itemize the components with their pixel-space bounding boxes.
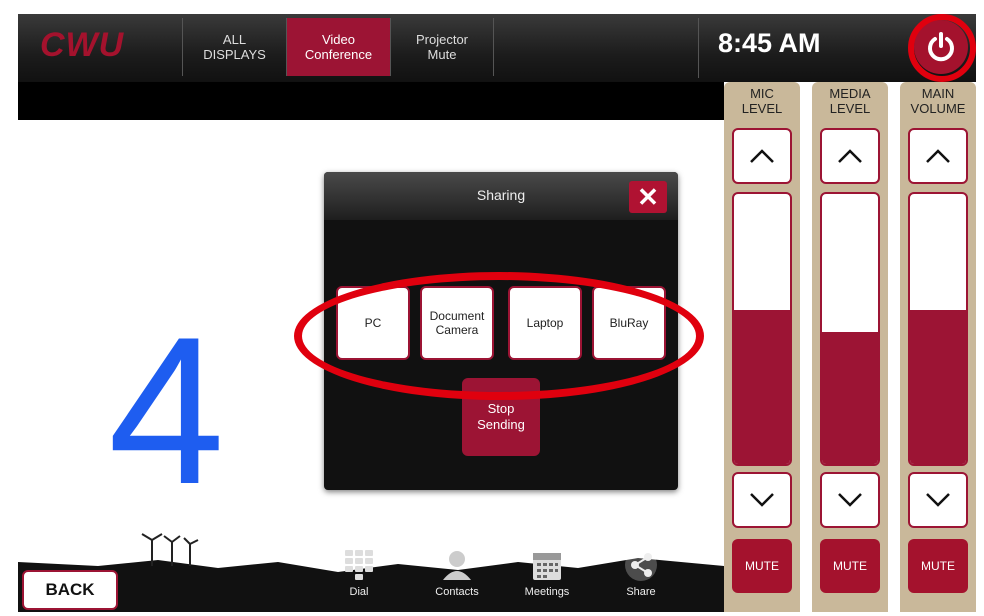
- divider: [698, 18, 699, 78]
- column-label: MIC LEVEL: [741, 86, 783, 116]
- main-volume-up-button[interactable]: [908, 128, 968, 184]
- dialog-header: Sharing ✕: [324, 172, 678, 220]
- dialpad-icon: [345, 550, 373, 580]
- mic-level-slider[interactable]: [732, 192, 792, 466]
- chevron-down-icon: [838, 493, 862, 507]
- media-level-column: MEDIA LEVEL MUTE: [812, 82, 888, 612]
- level-fill: [910, 310, 966, 464]
- mic-mute-button[interactable]: MUTE: [732, 539, 792, 593]
- dialog-title: Sharing: [476, 187, 526, 203]
- chevron-down-icon: [926, 493, 950, 507]
- media-level-slider[interactable]: [820, 192, 880, 466]
- top-bar: CWU ALL DISPLAYS Video Conference Projecto…: [18, 14, 976, 83]
- tab-projector-mute[interactable]: Projector Mute: [390, 18, 494, 76]
- main-volume-column: MAIN VOLUME MUTE: [900, 82, 976, 612]
- main-mute-button[interactable]: MUTE: [908, 539, 968, 593]
- level-fill: [734, 310, 790, 464]
- step-number: 4: [108, 293, 225, 528]
- chevron-up-icon: [750, 149, 774, 163]
- close-button[interactable]: ✕: [629, 181, 667, 213]
- tab-video-conference[interactable]: Video Conference: [286, 18, 390, 76]
- back-button[interactable]: BACK: [22, 570, 118, 610]
- level-controls: MIC LEVEL MUTE MEDIA LEVEL MUTE MAIN VOLUME: [724, 82, 976, 612]
- nav-meetings[interactable]: Meetings: [512, 548, 582, 598]
- nav-contacts[interactable]: Contacts: [422, 548, 492, 598]
- chevron-down-icon: [750, 493, 774, 507]
- tab-all-displays[interactable]: ALL DISPLAYS: [182, 18, 286, 76]
- mic-level-column: MIC LEVEL MUTE: [724, 82, 800, 612]
- media-level-down-button[interactable]: [820, 472, 880, 528]
- nav-dial[interactable]: Dial: [324, 548, 394, 598]
- header-strip: [18, 82, 724, 120]
- column-label: MAIN VOLUME: [910, 86, 966, 116]
- chevron-up-icon: [926, 149, 950, 163]
- main-volume-down-button[interactable]: [908, 472, 968, 528]
- close-icon: ✕: [637, 182, 659, 212]
- main-volume-slider[interactable]: [908, 192, 968, 466]
- level-fill: [822, 331, 878, 464]
- share-icon: [625, 549, 657, 581]
- clock: 8:45 AM: [718, 28, 821, 58]
- touch-panel: CWU ALL DISPLAYS Video Conference Projecto…: [18, 14, 976, 612]
- media-mute-button[interactable]: MUTE: [820, 539, 880, 593]
- calendar-icon: [533, 553, 561, 580]
- source-highlight-annotation: [294, 272, 704, 400]
- media-level-up-button[interactable]: [820, 128, 880, 184]
- cwu-logo: CWU: [40, 26, 125, 64]
- nav-share[interactable]: Share: [606, 548, 676, 598]
- chevron-up-icon: [838, 149, 862, 163]
- contact-icon: [443, 551, 471, 580]
- column-label: MEDIA LEVEL: [829, 86, 871, 116]
- mic-level-down-button[interactable]: [732, 472, 792, 528]
- power-highlight-annotation: [908, 14, 976, 82]
- mic-level-up-button[interactable]: [732, 128, 792, 184]
